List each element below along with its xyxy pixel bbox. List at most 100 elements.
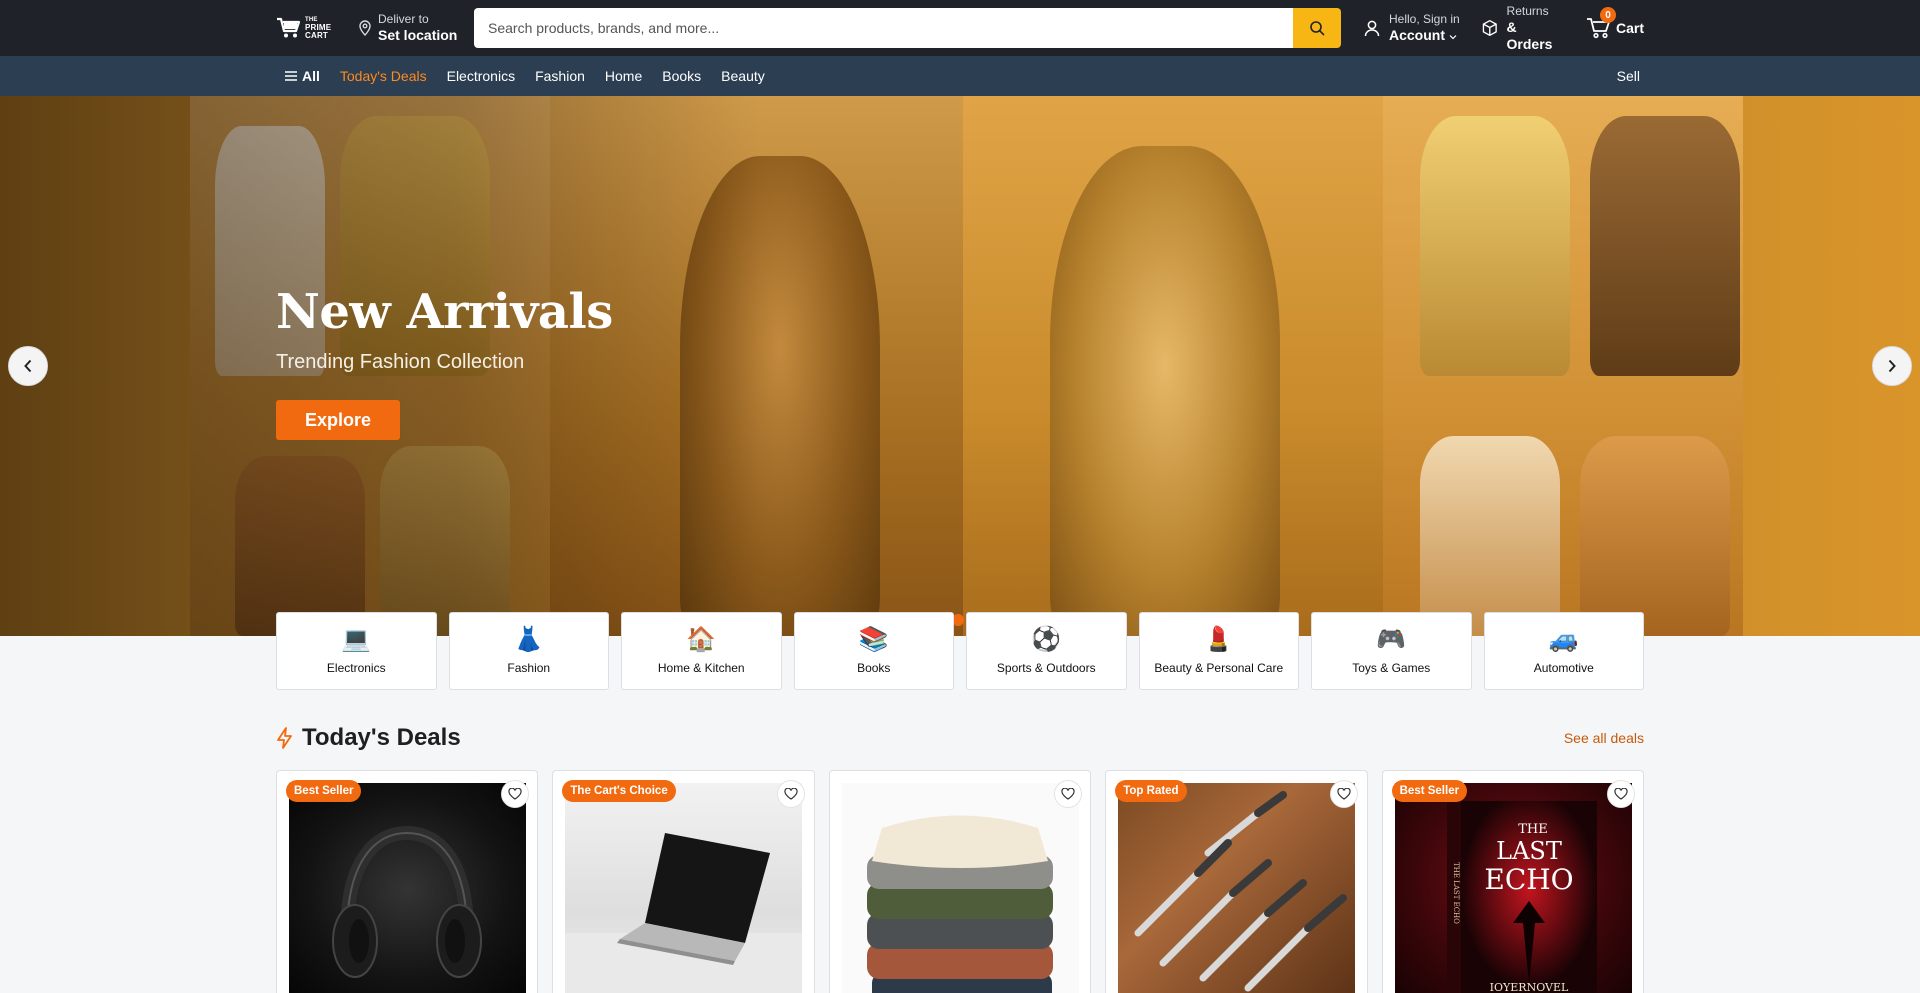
returns-orders[interactable]: Returns & Orders [1481,4,1565,53]
cart-button[interactable]: 0 Cart [1586,7,1644,40]
game-controller-icon: 🎮 [1376,626,1407,653]
category-tile-books[interactable]: 📚 Books [793,612,954,690]
hamburger-menu-icon [285,71,297,81]
deals-list: Best Seller The Cart's Choice Top Rated … [276,770,1645,993]
deliver-location-value: Set location [378,27,458,43]
category-tiles: 💻 Electronics 👗 Fashion 🏠 Home & Kitchen… [276,612,1644,690]
deal-card[interactable]: The Cart's Choice [552,770,815,993]
wishlist-button[interactable] [1606,780,1635,808]
search-input[interactable] [474,8,1293,48]
category-navbar: All Today's Deals Electronics Fashion Ho… [0,56,1920,96]
orders-label: & Orders [1506,18,1553,52]
deliver-location[interactable]: Deliver to Set location [358,12,462,44]
lightning-icon [277,727,292,749]
carousel-next-button[interactable] [1872,346,1912,386]
category-tile-home-kitchen[interactable]: 🏠 Home & Kitchen [621,612,782,690]
heart-icon [1337,788,1351,800]
heart-icon [784,788,799,800]
cart-label: Cart [1615,20,1644,36]
logo-text: THE PRIME CART [305,16,331,40]
heart-icon [1061,788,1075,800]
package-icon [1482,19,1497,37]
category-tile-automotive[interactable]: 🚙 Automotive [1483,612,1644,690]
hero-explore-button[interactable]: Explore [276,400,400,440]
category-label: Beauty & Personal Care [1154,661,1284,675]
nav-item-sell[interactable]: Sell [1617,68,1640,84]
knife-set-image [1134,791,1348,992]
product-image-sweaters [841,783,1079,993]
account-label-text: Account [1388,27,1445,43]
category-tile-electronics[interactable]: 💻 Electronics [276,612,437,690]
laptop-image [565,833,803,993]
cart-count-badge: 0 [1599,7,1616,23]
deal-badge: Top Rated [1115,780,1187,802]
hero-garment [1580,436,1730,636]
hero-garment [1590,116,1740,376]
category-label: Automotive [1533,661,1594,675]
logo[interactable]: THE PRIME CART [276,8,338,48]
cart-logo-icon [277,17,301,38]
returns-label: Returns [1506,3,1549,18]
hero-garment [1420,116,1570,376]
account-menu[interactable]: Hello, Sign in Account [1363,12,1475,44]
category-label: Toys & Games [1352,661,1431,675]
category-tile-beauty-personal-care[interactable]: 💄 Beauty & Personal Care [1138,612,1299,690]
deal-card[interactable] [828,770,1092,993]
book-author: IOYERNOVEL [1489,981,1568,993]
category-label: Fashion [507,661,551,675]
category-label: Electronics [326,661,386,675]
folded-sweaters-image [866,815,1053,993]
deal-card[interactable]: Top Rated [1105,770,1368,993]
soccer-ball-icon: ⚽ [1031,626,1062,653]
see-all-deals-link[interactable]: See all deals [1564,730,1644,746]
hero-banner: New Arrivals Trending Fashion Collection… [0,96,1920,636]
hero-subtitle: Trending Fashion Collection [276,351,525,373]
headphones-image [332,825,482,978]
nav-item-fashion[interactable]: Fashion [535,68,585,84]
wishlist-button[interactable] [501,780,529,808]
dress-icon: 👗 [513,626,544,653]
category-tile-toys-games[interactable]: 🎮 Toys & Games [1311,612,1472,690]
user-icon [1364,20,1380,37]
carousel-prev-button[interactable] [8,346,48,386]
deal-card[interactable]: Best Seller THE LAST ECHO THE LAST ECHO … [1381,770,1645,993]
nav-item-books[interactable]: Books [662,68,701,84]
category-label: Sports & Outdoors [996,661,1096,675]
nav-item-todays-deals[interactable]: Today's Deals [340,68,427,84]
nav-all-menu[interactable]: All [285,68,320,84]
category-label: Books [857,661,891,675]
book-title-line-1: THE [1518,822,1548,837]
chevron-down-icon [1449,35,1457,40]
deal-badge: Best Seller [1391,780,1468,802]
deals-section-title: Today's Deals [302,724,461,751]
nav-item-home[interactable]: Home [605,68,642,84]
book-spine-title: THE LAST ECHO [1452,862,1460,924]
laptop-icon: 💻 [341,626,372,653]
product-image-laptop [565,783,803,993]
chevron-left-icon [24,359,32,373]
hero-model [1050,146,1280,636]
top-header: THE PRIME CART Deliver to Set location S… [0,0,1920,56]
nav-item-beauty[interactable]: Beauty [721,68,765,84]
search-bar [474,8,1341,48]
nav-item-electronics[interactable]: Electronics [447,68,515,84]
house-icon: 🏠 [686,626,717,653]
hero-garment [1420,436,1560,636]
heart-icon [508,788,522,800]
book-title-line-3: ECHO [1484,863,1573,896]
top-header-content: THE PRIME CART Deliver to Set location S… [276,0,1644,56]
product-image-knives [1118,783,1356,993]
search-button[interactable] [1292,8,1341,48]
wishlist-button[interactable] [1053,780,1082,808]
deals-section-header: Today's Deals See all deals [276,722,1644,754]
chevron-right-icon [1888,359,1896,373]
location-pin-icon [359,20,371,36]
category-tile-sports-outdoors[interactable]: ⚽ Sports & Outdoors [966,612,1127,690]
deal-card[interactable]: Best Seller [276,770,539,993]
category-tile-fashion[interactable]: 👗 Fashion [448,612,609,690]
heart-icon [1614,788,1628,800]
product-image-headphones [289,783,526,993]
account-greeting: Hello, Sign in [1388,12,1460,26]
category-navbar-content: All Today's Deals Electronics Fashion Ho… [276,56,1644,96]
category-label: Home & Kitchen [657,661,745,675]
